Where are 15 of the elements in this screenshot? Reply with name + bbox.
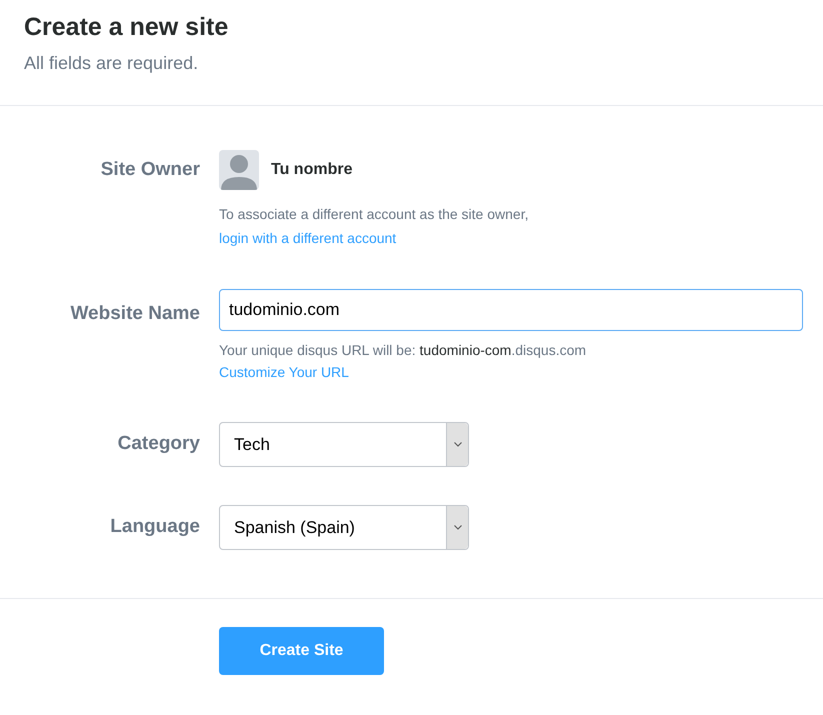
dropdown-select[interactable]: Tech (219, 422, 469, 467)
field-label: Category (118, 433, 200, 454)
caret-icon (446, 423, 468, 466)
dropdown-select[interactable]: Spanish (Spain) (219, 505, 469, 550)
field-label: Language (110, 516, 200, 538)
field-label: Website Name (70, 303, 200, 324)
owner-name: Tu nombre (271, 160, 352, 180)
url-hint: Your unique disqus URL will be: tudominio-com.disqus.com (219, 341, 588, 360)
field-label: Site Owner (100, 159, 200, 180)
page-title: Create a new site (24, 12, 230, 42)
website-name-field[interactable]: tudominio.com (219, 289, 803, 331)
caret-icon (446, 506, 468, 549)
avatar-icon (219, 150, 259, 190)
page-subtitle: All fields are required. (24, 52, 200, 75)
owner-note: To associate a different account as the site owner, (219, 205, 528, 224)
